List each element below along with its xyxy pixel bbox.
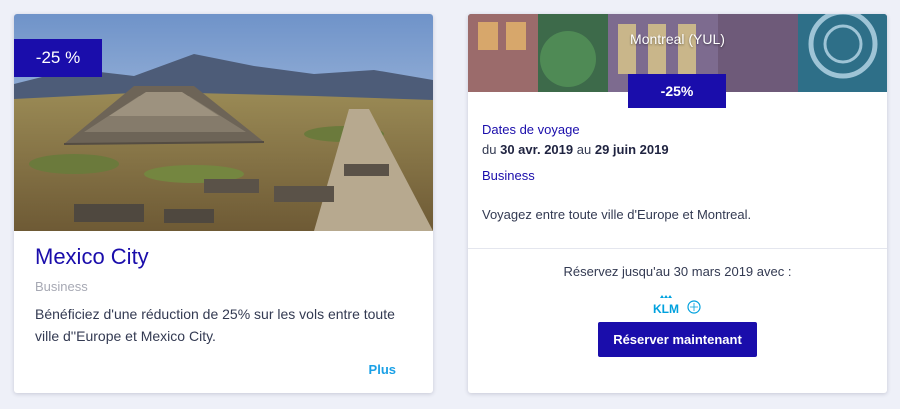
divider [468,248,887,249]
deal-card-mexico[interactable]: -25 % Mexico City Business Bénéficiez d'… [14,14,433,393]
more-link[interactable]: Plus [369,362,396,377]
travel-dates-label: Dates de voyage [482,122,580,137]
discount-badge: -25% [628,74,726,108]
cabin-class: Business [35,279,88,294]
destination-title[interactable]: Mexico City [35,244,149,270]
start-date: 30 avr. 2019 [500,142,574,157]
klm-logo: KLM [653,295,701,316]
dates-from-word: du [482,142,497,157]
discount-badge: -25 % [14,39,102,77]
klm-logo-text: KLM [653,302,679,316]
deal-description: Bénéficiez d'une réduction de 25% sur le… [35,306,395,344]
end-date: 29 juin 2019 [594,142,669,157]
booking-deadline: Réservez jusqu'au 30 mars 2019 avec : [563,264,792,279]
cabin-class: Business [482,168,535,183]
deal-description: Voyagez entre toute ville d'Europe et Mo… [482,207,752,222]
dates-to-word: au [576,142,592,157]
deal-card-montreal: Montreal (YUL) -25% Dates de voyage du 3… [468,14,887,393]
destination-caption: Montreal (YUL) [630,31,725,47]
book-now-button[interactable]: Réserver maintenant [598,322,757,357]
travel-dates: du 30 avr. 2019 au 29 juin 2019 [482,142,669,157]
